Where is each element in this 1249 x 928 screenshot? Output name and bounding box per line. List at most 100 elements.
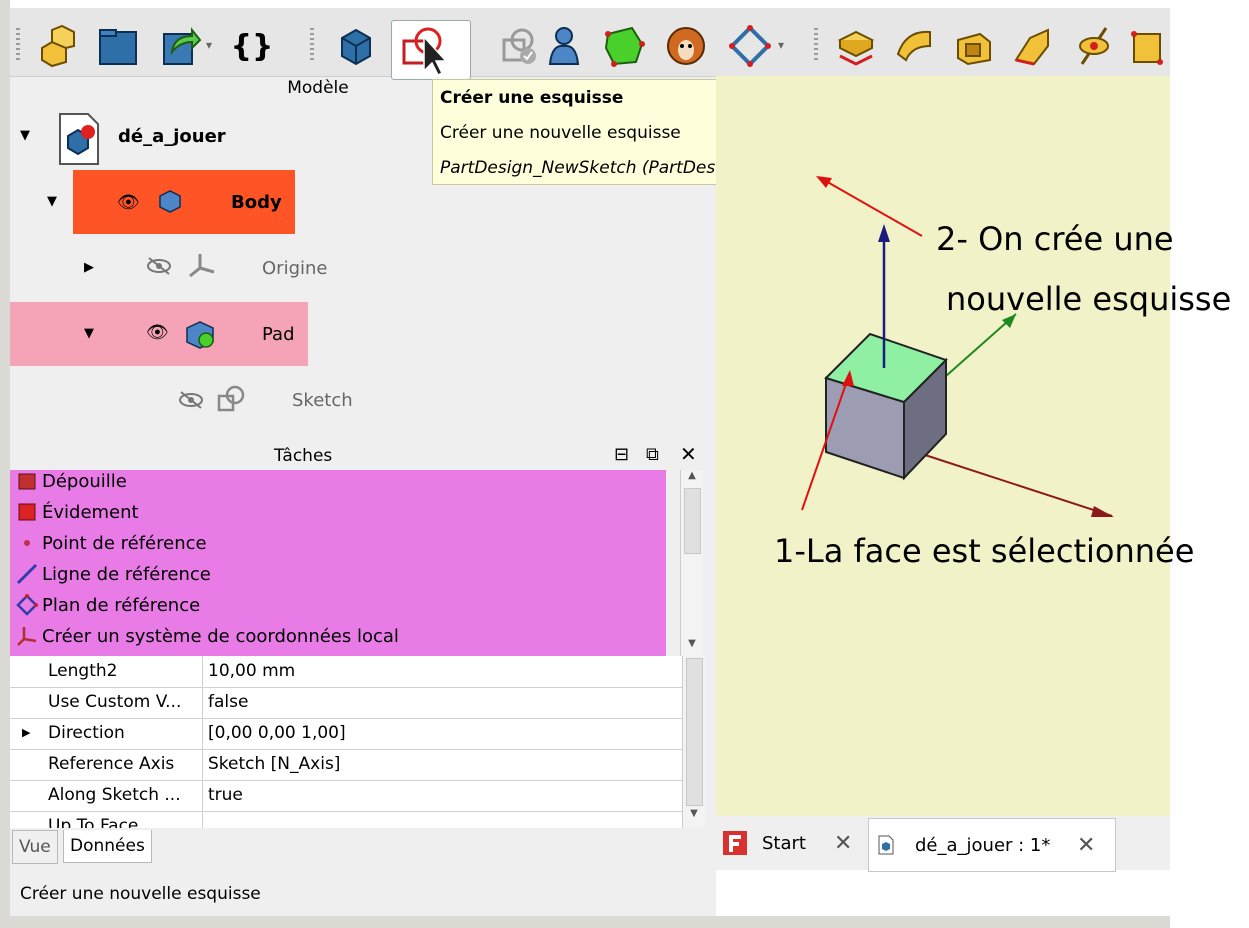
- tree-item-label: dé_a_jouer: [118, 126, 226, 147]
- tree-item-origin[interactable]: ▶ Origine: [10, 236, 610, 298]
- property-scrollbar[interactable]: ▼: [682, 656, 705, 828]
- revolution-icon[interactable]: [890, 22, 938, 70]
- window-bottom-edge: [10, 916, 1170, 928]
- scroll-down-icon[interactable]: ▼: [681, 638, 703, 654]
- helix-icon[interactable]: [1070, 22, 1118, 70]
- task-thickness[interactable]: Évidement: [16, 497, 139, 527]
- doc-tab-start[interactable]: Start ✕: [722, 818, 864, 868]
- task-draft[interactable]: Dépouille: [16, 466, 127, 496]
- tooltip-description: Créer une nouvelle esquisse: [440, 123, 681, 143]
- attachment-person-icon[interactable]: [540, 22, 588, 70]
- document-icon: [56, 112, 102, 171]
- tab-donnees[interactable]: Données: [63, 830, 152, 863]
- 3d-view[interactable]: [716, 76, 1170, 816]
- property-name: Direction: [48, 723, 125, 743]
- property-value[interactable]: Sketch [N_Axis]: [208, 754, 340, 774]
- column-separator: [202, 687, 203, 718]
- tree-item-pad[interactable]: ▼ 👁 Pad: [10, 302, 308, 366]
- doc-tab-de-a-jouer[interactable]: dé_a_jouer : 1* ✕: [868, 818, 1116, 872]
- task-datum-line[interactable]: Ligne de référence: [16, 559, 211, 589]
- column-separator: [202, 656, 203, 687]
- export-icon[interactable]: [156, 22, 204, 70]
- annotation-step2-line2: nouvelle esquisse: [946, 280, 1232, 318]
- property-row[interactable]: Length2 10,00 mm: [10, 656, 682, 688]
- sketch-icon: [216, 384, 248, 419]
- loft-icon[interactable]: [1008, 22, 1056, 70]
- property-row[interactable]: ▶ Direction [0,00 0,00 1,00]: [10, 718, 682, 750]
- 3d-scene[interactable]: [716, 76, 1170, 816]
- additive-box-icon[interactable]: [1126, 22, 1170, 70]
- tab-vue[interactable]: Vue: [12, 830, 58, 864]
- task-label: Point de référence: [42, 532, 207, 554]
- task-datum-point[interactable]: Point de référence: [16, 528, 207, 558]
- scrollbar-thumb[interactable]: [686, 658, 703, 806]
- scrollbar-thumb[interactable]: [684, 488, 701, 554]
- new-sketch-button[interactable]: [391, 20, 471, 80]
- close-icon[interactable]: ✕: [680, 442, 697, 466]
- z-axis-arrowhead: [878, 224, 890, 242]
- toolbar-grip[interactable]: [16, 28, 20, 62]
- document-icon: [877, 834, 897, 856]
- column-separator: [202, 749, 203, 780]
- toolbar-grip[interactable]: [814, 28, 818, 62]
- expand-arrow-icon[interactable]: ▶: [84, 260, 94, 275]
- tree-item-label: Origine: [262, 258, 328, 279]
- task-label: Créer un système de coordonnées local: [42, 625, 399, 647]
- doc-tab-label: Start: [762, 832, 806, 854]
- close-tab-icon[interactable]: ✕: [834, 831, 852, 856]
- property-row[interactable]: Up To Face: [10, 811, 682, 828]
- property-name: Length2: [48, 661, 118, 681]
- property-value[interactable]: false: [208, 692, 248, 712]
- tasks-scrollbar[interactable]: ▲ ▼: [680, 470, 703, 656]
- dock-float-icon[interactable]: ⊟: [614, 444, 629, 465]
- open-folder-icon[interactable]: [94, 22, 142, 70]
- property-value[interactable]: [0,00 0,00 1,00]: [208, 723, 346, 743]
- map-sketch-to-face-icon[interactable]: [600, 22, 648, 70]
- tasks-list: Dépouille Évidement Point de référence L…: [10, 470, 666, 656]
- property-grid: Length2 10,00 mm Use Custom V... false ▶…: [10, 656, 682, 828]
- tree-item-label: Sketch: [292, 390, 353, 411]
- property-row[interactable]: Along Sketch ... true: [10, 780, 682, 812]
- part-design-workbench-icon[interactable]: [34, 22, 82, 70]
- tree-item-sketch[interactable]: Sketch: [10, 368, 610, 430]
- datum-plane-icon: [16, 594, 38, 616]
- pocket-icon[interactable]: [950, 22, 998, 70]
- datum-plane-icon[interactable]: [726, 22, 774, 70]
- property-name: Up To Face: [48, 816, 139, 828]
- annotation-arrowhead-2: [816, 176, 832, 188]
- hidden-eye-icon[interactable]: [178, 390, 204, 415]
- collapse-arrow-icon[interactable]: ▼: [20, 128, 30, 143]
- property-value[interactable]: 10,00 mm: [208, 661, 295, 681]
- collapse-arrow-icon[interactable]: ▼: [47, 194, 57, 209]
- sheep-icon[interactable]: [662, 22, 710, 70]
- visibility-eye-icon[interactable]: 👁: [146, 322, 169, 343]
- tree-item-body[interactable]: ▼ 👁 Body: [47, 170, 295, 234]
- window-edge: [0, 0, 10, 928]
- property-row[interactable]: Reference Axis Sketch [N_Axis]: [10, 749, 682, 781]
- task-datum-plane[interactable]: Plan de référence: [16, 590, 200, 620]
- property-value[interactable]: true: [208, 785, 243, 805]
- pad-icon[interactable]: [832, 22, 880, 70]
- task-local-coordinate-system[interactable]: Créer un système de coordonnées local: [16, 621, 399, 651]
- export-dropdown-icon[interactable]: ▾: [206, 38, 212, 52]
- datum-dropdown-icon[interactable]: ▾: [778, 38, 784, 52]
- tree-item-label: Pad: [262, 324, 295, 345]
- draft-icon: [16, 471, 38, 491]
- validate-sketch-icon[interactable]: [496, 22, 544, 70]
- column-separator: [202, 718, 203, 749]
- tasks-title: Tâches: [274, 446, 333, 466]
- close-tab-icon[interactable]: ✕: [1077, 833, 1095, 858]
- collapse-arrow-icon[interactable]: ▼: [84, 326, 94, 341]
- expand-arrow-icon[interactable]: ▶: [22, 726, 30, 739]
- create-body-icon[interactable]: [332, 22, 380, 70]
- toolbar-grip[interactable]: [310, 28, 314, 62]
- scroll-up-icon[interactable]: ▲: [681, 470, 703, 486]
- pad-feature-icon: [184, 318, 216, 355]
- macro-braces-icon[interactable]: {}: [228, 22, 276, 70]
- visibility-eye-icon[interactable]: 👁: [117, 192, 140, 213]
- dock-undock-icon[interactable]: ⧉: [646, 444, 659, 465]
- task-label: Plan de référence: [42, 594, 201, 616]
- property-row[interactable]: Use Custom V... false: [10, 687, 682, 719]
- hidden-eye-icon[interactable]: [146, 256, 172, 281]
- scroll-down-icon[interactable]: ▼: [683, 808, 705, 824]
